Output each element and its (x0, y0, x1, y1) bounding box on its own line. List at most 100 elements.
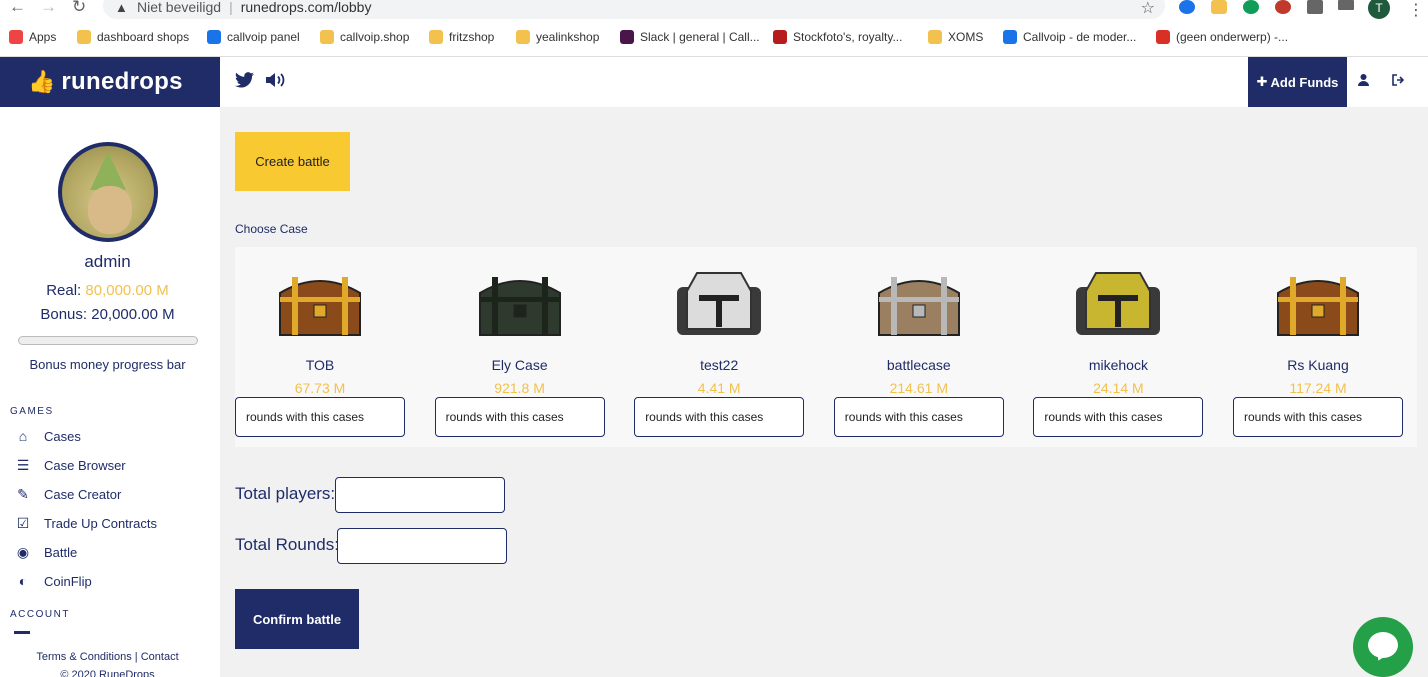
create-battle-button[interactable]: Create battle (235, 132, 350, 191)
case-chest-icon[interactable] (270, 265, 370, 340)
bookmark-label: dashboard shops (97, 30, 190, 44)
bookmark-item[interactable]: XOMS (928, 30, 983, 44)
case-card[interactable]: Ely Case 921.8 M (434, 247, 605, 447)
case-rounds-input[interactable] (434, 397, 605, 437)
phone-extension-icon[interactable] (1179, 0, 1195, 14)
media-queue-icon[interactable] (1338, 0, 1354, 10)
sidebar-item-coinflip[interactable]: ◐ CoinFlip (14, 573, 92, 589)
sidebar-item-case-creator[interactable]: ✎ Case Creator (14, 486, 121, 503)
case-rounds-input[interactable] (235, 397, 405, 437)
reload-icon[interactable]: ↻ (72, 0, 86, 15)
username: admin (84, 252, 131, 271)
case-rounds-input[interactable] (833, 397, 1004, 437)
sidebar-item-label: Case Creator (44, 487, 122, 502)
bookmark-item[interactable]: dashboard shops (77, 30, 189, 44)
bookmark-favicon-icon (516, 30, 530, 44)
bookmark-item[interactable]: Slack | general | Call... (620, 30, 760, 44)
bookmark-favicon-icon (320, 30, 334, 44)
case-card[interactable]: TOB 67.73 M (235, 247, 405, 447)
total-players-label: Total players: (235, 484, 336, 503)
address-bar[interactable]: ▲ Niet beveiligd | runedrops.com/lobby ☆ (103, 0, 1165, 19)
add-funds-button[interactable]: ✚ Add Funds (1248, 57, 1347, 107)
bookmark-label: callvoip.shop (340, 30, 410, 44)
browser-menu-icon[interactable]: ⋮ (1408, 0, 1424, 20)
case-name: Rs Kuang (1287, 357, 1349, 373)
bookmark-item[interactable]: Callvoip - de moder... (1003, 30, 1136, 44)
terms-link[interactable]: Terms & Conditions (36, 651, 131, 663)
total-rounds-input[interactable] (337, 528, 507, 564)
bookmark-item[interactable]: fritzshop (429, 30, 494, 44)
bookmark-favicon-icon (77, 30, 91, 44)
warning-icon: ▲ (115, 0, 128, 15)
case-card[interactable]: test22 4.41 M (634, 247, 805, 447)
bookmark-favicon-icon (9, 30, 23, 44)
bookmark-favicon-icon (773, 30, 787, 44)
case-selection-panel: TOB 67.73 M Ely Case 921.8 M test22 4.41 M bat… (235, 247, 1417, 447)
case-price: 117.24 M (1289, 380, 1347, 396)
half-circle-icon: ◐ (18, 573, 28, 589)
bookmark-label: Slack | general | Call... (640, 30, 760, 44)
sidebar-item-case-browser[interactable]: ☰ Case Browser (14, 457, 126, 474)
case-rounds-input[interactable] (634, 397, 805, 437)
logout-icon[interactable] (1392, 74, 1405, 89)
bookmark-item[interactable]: yealinkshop (516, 30, 599, 44)
bookmarks-bar: Apps dashboard shops callvoip panel callvoi… (0, 28, 1428, 50)
case-price: 24.14 M (1093, 380, 1144, 396)
case-rounds-input[interactable] (1233, 397, 1403, 437)
case-rounds-input[interactable] (1033, 397, 1204, 437)
add-funds-label: Add Funds (1270, 74, 1339, 90)
bookmark-item[interactable]: callvoip.shop (320, 30, 409, 44)
thumbs-up-hand-icon: 👍 (28, 69, 56, 94)
sidebar-item-trade-up-contracts[interactable]: ☑ Trade Up Contracts (14, 515, 157, 532)
bookmark-item[interactable]: Stockfoto's, royalty... (773, 30, 902, 44)
bookmark-favicon-icon (429, 30, 443, 44)
case-price: 4.41 M (697, 380, 741, 396)
bookmark-label: Stockfoto's, royalty... (793, 30, 903, 44)
sidebar-item-label: CoinFlip (44, 573, 92, 589)
plus-icon: ✚ (1256, 74, 1268, 89)
profile-avatar[interactable]: T (1368, 0, 1390, 19)
volume-icon[interactable] (266, 72, 288, 93)
sidebar-item-label: Cases (44, 428, 81, 444)
bookmark-favicon-icon (1003, 30, 1017, 44)
forward-arrow-icon[interactable]: → (40, 0, 57, 15)
puzzle-extension-icon[interactable] (1307, 0, 1323, 14)
case-chest-icon[interactable] (1068, 265, 1168, 340)
sidebar-item-label: Trade Up Contracts (44, 516, 157, 531)
case-name: TOB (305, 357, 335, 373)
bookmark-label: callvoip panel (227, 30, 300, 44)
total-rounds-label: Total Rounds: (235, 535, 339, 554)
user-avatar[interactable] (58, 142, 158, 242)
chat-widget-button[interactable] (1353, 617, 1413, 677)
chat-extension-icon[interactable] (1243, 0, 1259, 14)
contact-link[interactable]: Contact (141, 651, 179, 663)
total-players-input[interactable] (335, 477, 505, 513)
bonus-balance-value: 20,000.00 M (91, 306, 175, 323)
user-icon[interactable] (1358, 74, 1369, 89)
bookmark-item[interactable]: callvoip panel (207, 30, 300, 44)
bookmark-item[interactable]: (geen onderwerp) -... (1156, 30, 1288, 44)
bookmark-star-icon[interactable]: ☆ (1141, 0, 1155, 18)
case-card[interactable]: mikehock 24.14 M (1033, 247, 1204, 447)
lock-extension-icon[interactable] (1211, 0, 1227, 14)
case-name: battlecase (886, 357, 951, 373)
sidebar-item-battle[interactable]: ◉ Battle (14, 544, 77, 561)
choose-case-label: Choose Case (235, 222, 308, 236)
edit-icon: ✎ (17, 486, 29, 502)
case-name: Ely Case (491, 357, 548, 373)
sidebar-item-cases[interactable]: ⌂ Cases (14, 428, 81, 444)
site-logo[interactable]: 👍 runedrops (0, 57, 220, 107)
case-card[interactable]: Rs Kuang 117.24 M (1233, 247, 1403, 447)
twitter-icon[interactable] (235, 72, 254, 93)
bookmark-label: yealinkshop (536, 30, 600, 44)
back-arrow-icon[interactable]: ← (9, 0, 26, 15)
adblock-extension-icon[interactable] (1275, 0, 1291, 14)
case-card[interactable]: battlecase 214.61 M (833, 247, 1004, 447)
case-chest-icon[interactable] (470, 265, 570, 340)
confirm-battle-button[interactable]: Confirm battle (235, 589, 359, 649)
case-chest-icon[interactable] (1268, 265, 1368, 340)
case-chest-icon[interactable] (869, 265, 969, 340)
case-chest-icon[interactable] (669, 265, 769, 340)
bookmark-item[interactable]: Apps (9, 30, 56, 44)
real-balance-value: 80,000.00 M (85, 282, 169, 299)
